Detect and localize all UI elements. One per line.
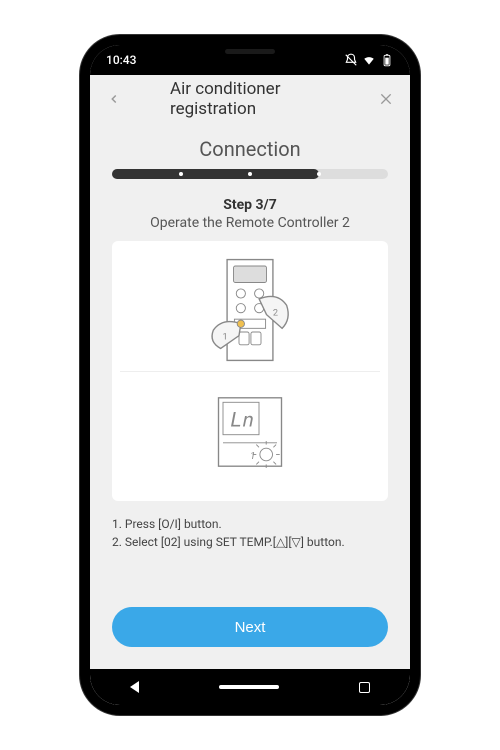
- mute-icon: [344, 53, 358, 67]
- nav-recent-icon[interactable]: [359, 682, 370, 693]
- progress-bar: [112, 169, 388, 179]
- status-icons: [344, 53, 394, 67]
- nav-home-icon[interactable]: [219, 685, 279, 689]
- next-button-label: Next: [235, 619, 266, 636]
- phone-speaker: [225, 49, 275, 54]
- close-icon[interactable]: [376, 89, 396, 109]
- instruction-line-2: 2. Select [02] using SET TEMP.[△][▽] but…: [112, 533, 388, 551]
- progress-fill: [112, 169, 319, 179]
- svg-text:1: 1: [250, 451, 255, 462]
- battery-icon: [380, 53, 394, 67]
- page-title: Air conditioner registration: [170, 79, 330, 119]
- phone-screen: 10:43 Air conditioner registration Conne…: [90, 45, 410, 705]
- instruction-line-1: 1. Press [O/I] button.: [112, 515, 388, 533]
- status-time: 10:43: [106, 53, 136, 67]
- step-number: Step 3/7: [112, 197, 388, 213]
- nav-back-icon[interactable]: [130, 681, 139, 693]
- remote-illustration: 2 1: [120, 249, 380, 372]
- display-illustration: Ln 1: [120, 372, 380, 494]
- svg-text:2: 2: [273, 308, 278, 318]
- svg-text:Ln: Ln: [230, 409, 254, 432]
- step-subtitle: Operate the Remote Controller 2: [112, 215, 388, 231]
- app-header: Air conditioner registration: [90, 75, 410, 123]
- back-icon[interactable]: [104, 89, 124, 109]
- next-button[interactable]: Next: [112, 607, 388, 647]
- android-nav-bar: [90, 669, 410, 705]
- phone-frame: 10:43 Air conditioner registration Conne…: [80, 35, 420, 715]
- svg-text:1: 1: [223, 332, 228, 342]
- wifi-icon: [362, 53, 376, 67]
- instructions-text: 1. Press [O/I] button. 2. Select [02] us…: [112, 515, 388, 551]
- section-title: Connection: [112, 137, 388, 161]
- progress-dot: [317, 172, 321, 176]
- progress-dot: [248, 172, 252, 176]
- progress-dot: [179, 172, 183, 176]
- illustration-card: 2 1 Ln 1: [112, 241, 388, 501]
- content-area: Connection Step 3/7 Operate the Remote C…: [90, 123, 410, 551]
